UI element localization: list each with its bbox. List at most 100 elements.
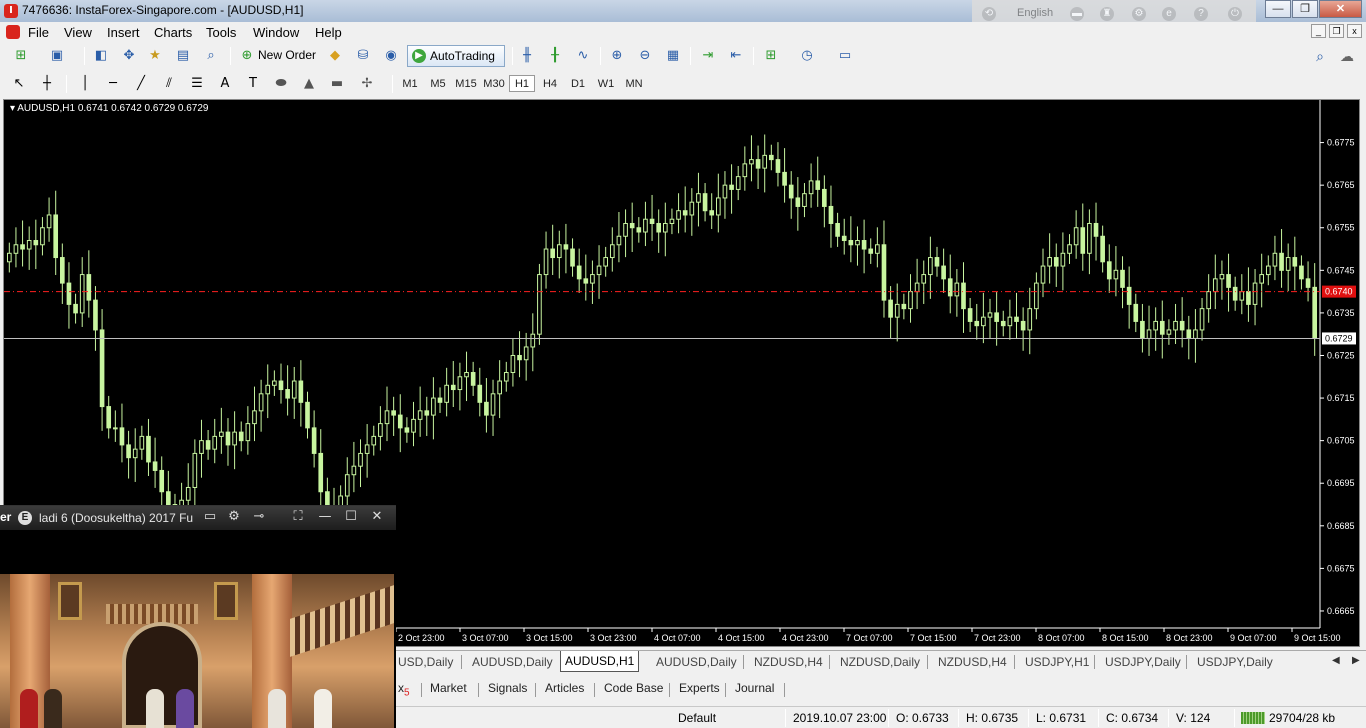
new-order-button[interactable]: New Order <box>258 48 316 62</box>
timeframe-mn[interactable]: MN <box>621 76 647 93</box>
gear-icon[interactable]: ⚙ <box>1132 7 1146 21</box>
database-icon[interactable]: ⛁ <box>352 46 374 66</box>
fibonacci-icon[interactable]: ☰ <box>186 74 208 94</box>
minimize-button[interactable]: — <box>1265 0 1291 18</box>
candle-bull <box>1212 278 1218 293</box>
child-restore-button[interactable]: ❐ <box>1329 24 1344 38</box>
new-chart-icon[interactable]: ⊞ <box>10 46 32 66</box>
chart-tab[interactable]: AUDUSD,Daily <box>652 653 741 671</box>
timeframe-m1[interactable]: M1 <box>397 76 423 93</box>
horizontal-line-icon[interactable]: ─ <box>102 74 124 94</box>
timeframe-m30[interactable]: M30 <box>481 76 507 93</box>
bar-chart-icon[interactable]: ╫ <box>516 46 538 66</box>
cup-icon[interactable]: ♜ <box>1100 7 1114 21</box>
strategy-tester-icon[interactable]: ⌕ <box>200 46 222 66</box>
player-close-icon[interactable]: ✕ <box>368 509 386 524</box>
profiles-icon[interactable]: ▣ <box>46 46 68 66</box>
market-watch-icon[interactable]: ◧ <box>90 46 112 66</box>
chart-tab[interactable]: NZDUSD,Daily <box>836 653 924 671</box>
chart-tab[interactable]: USD,Daily <box>394 653 457 671</box>
menu-help[interactable]: Help <box>315 25 342 40</box>
tab-articles[interactable]: Articles <box>545 681 584 695</box>
menu-file[interactable]: File <box>28 25 49 40</box>
autotrading-button[interactable]: ▶ AutoTrading <box>407 45 505 67</box>
child-close-button[interactable]: x <box>1347 24 1362 38</box>
terminal-icon[interactable]: ▤ <box>172 46 194 66</box>
tab-experts[interactable]: Experts <box>679 681 720 695</box>
video-person <box>268 689 286 728</box>
chart-tab[interactable]: USDJPY,Daily <box>1101 653 1185 671</box>
timeframe-h4[interactable]: H4 <box>537 76 563 93</box>
help-icon[interactable]: ? <box>1194 7 1208 21</box>
triangle-icon[interactable]: ▲ <box>298 74 320 94</box>
channel-icon[interactable]: ⫽ <box>158 74 180 94</box>
chart-tab[interactable]: AUDUSD,Daily <box>468 653 557 671</box>
player-title-bar[interactable]: er E ladi 6 (Doosukeltha) 2017 Fu ▭ ⚙ ⊸ … <box>0 506 396 530</box>
tab-scroll-left-icon[interactable]: ◀ <box>1332 655 1340 666</box>
tab-signals[interactable]: Signals <box>488 681 527 695</box>
menu-window[interactable]: Window <box>253 25 299 40</box>
chart-tab-active[interactable]: AUDUSD,H1 <box>560 651 640 672</box>
close-button[interactable]: ✕ <box>1319 0 1362 18</box>
pin-icon[interactable]: ⊸ <box>250 509 268 524</box>
chart-tab[interactable]: NZDUSD,H4 <box>750 653 827 671</box>
player-maximize-icon[interactable]: ☐ <box>342 509 360 524</box>
trendline-icon[interactable]: ╱ <box>130 74 152 94</box>
metaeditor-icon[interactable]: ◆ <box>324 46 346 66</box>
power-icon[interactable]: ⏻ <box>1228 7 1242 21</box>
tab-journal[interactable]: Journal <box>735 681 774 695</box>
zoom-in-icon[interactable]: ⊕ <box>606 46 628 66</box>
signal-icon[interactable]: ◉ <box>380 46 402 66</box>
menu-insert[interactable]: Insert <box>107 25 140 40</box>
chart-tab[interactable]: USDJPY,Daily <box>1193 653 1277 671</box>
crosshair-icon[interactable]: ┼ <box>36 74 58 94</box>
search-icon[interactable]: ⌕ <box>1316 48 1324 65</box>
timeframe-d1[interactable]: D1 <box>565 76 591 93</box>
menu-tools[interactable]: Tools <box>206 25 236 40</box>
timeframe-w1[interactable]: W1 <box>593 76 619 93</box>
settings-icon[interactable]: ⚙ <box>225 509 243 524</box>
maximize-button[interactable]: ❐ <box>1292 0 1318 18</box>
player-minimize-icon[interactable]: — <box>316 509 334 524</box>
child-minimize-button[interactable]: _ <box>1311 24 1326 38</box>
chat-icon[interactable]: ☁ <box>1340 48 1354 65</box>
rectangle-icon[interactable]: ▬ <box>326 74 348 94</box>
tab-partial[interactable]: x5 <box>398 681 410 698</box>
zoom-out-icon[interactable]: ⊖ <box>634 46 656 66</box>
tab-market[interactable]: Market <box>430 681 467 695</box>
browser-icon[interactable]: e <box>1162 7 1176 21</box>
media-player-window[interactable]: er E ladi 6 (Doosukeltha) 2017 Fu ▭ ⚙ ⊸ … <box>0 505 396 728</box>
indicators-icon[interactable]: ⊞ <box>760 46 782 66</box>
tab-scroll-right-icon[interactable]: ▶ <box>1352 655 1360 666</box>
timeframe-m15[interactable]: M15 <box>453 76 479 93</box>
video-frame[interactable] <box>0 574 394 728</box>
chart-shift-icon[interactable]: ⇤ <box>725 46 747 66</box>
subtitle-icon[interactable]: ▭ <box>201 509 219 524</box>
vertical-line-icon[interactable]: │ <box>74 74 96 94</box>
menu-charts[interactable]: Charts <box>154 25 192 40</box>
text-label-icon[interactable]: T <box>242 74 264 94</box>
chart-tab[interactable]: USDJPY,H1 <box>1021 653 1093 671</box>
document-icon[interactable] <box>6 25 20 39</box>
data-window-icon[interactable]: ✥ <box>118 46 140 66</box>
line-chart-icon[interactable]: ∿ <box>572 46 594 66</box>
navigator-icon[interactable]: ★ <box>144 46 166 66</box>
tile-windows-icon[interactable]: ▦ <box>662 46 684 66</box>
candlestick-icon[interactable]: ╂ <box>544 46 566 66</box>
templates-icon[interactable]: ▭ <box>834 46 856 66</box>
timeframe-h1[interactable]: H1 <box>509 75 535 92</box>
tab-code-base[interactable]: Code Base <box>604 681 663 695</box>
bar-icon[interactable]: ▬ <box>1070 7 1084 21</box>
language-label[interactable]: English <box>1017 7 1053 19</box>
cursor-icon[interactable]: ↖ <box>8 74 30 94</box>
text-icon[interactable]: A <box>214 74 236 94</box>
new-order-icon[interactable]: ⊕ <box>236 46 258 66</box>
ellipse-icon[interactable]: ⬬ <box>270 74 292 94</box>
fullscreen-icon[interactable]: ⛶ <box>289 509 307 524</box>
autoscroll-icon[interactable]: ⇥ <box>697 46 719 66</box>
shapes-icon[interactable]: ✢ <box>356 74 378 94</box>
chart-tab[interactable]: NZDUSD,H4 <box>934 653 1011 671</box>
timeframe-m5[interactable]: M5 <box>425 76 451 93</box>
periods-icon[interactable]: ◷ <box>796 46 818 66</box>
menu-view[interactable]: View <box>64 25 92 40</box>
